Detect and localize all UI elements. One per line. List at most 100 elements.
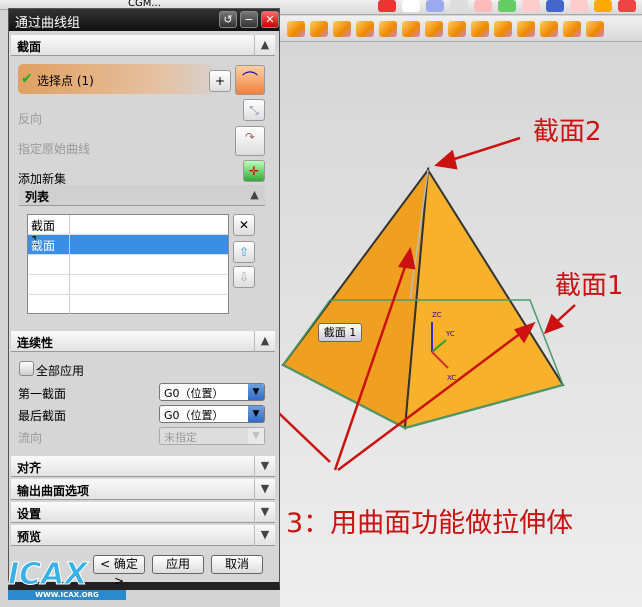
chevron-down-icon[interactable]: ▼ (254, 456, 275, 477)
feature-tool-icon[interactable] (494, 21, 512, 37)
feature-tool-icon[interactable] (425, 21, 443, 37)
feature-tool-icon[interactable] (471, 21, 489, 37)
axis-zc-label: ZC (432, 311, 442, 319)
section-header-label: 预览 (17, 530, 42, 544)
first-section-label: 第一截面 (18, 387, 67, 401)
through-curves-dialog: 通过曲线组 ↺ − ✕ 截面 ▲ ✔ 选择点 (1) + ⌒ 反向 ⤡ 指定原始曲… (8, 8, 280, 590)
toolbar-icon[interactable] (378, 0, 396, 12)
feature-tool-icon[interactable] (563, 21, 581, 37)
apply-all-label: 全部应用 (36, 364, 85, 378)
reverse-label: 反向 (18, 112, 43, 126)
toolbar-icon[interactable] (426, 0, 444, 12)
flow-value: 未指定 (164, 431, 197, 444)
apply-all-checkbox[interactable] (19, 361, 34, 376)
list-item-label: 截面 1 (28, 215, 70, 248)
axis-xc-label: XC (447, 374, 456, 382)
chevron-down-icon[interactable]: ▼ (254, 502, 275, 523)
icax-logo: ICAX WWW.ICAX.ORG (8, 559, 126, 602)
section-header-label: 对齐 (17, 461, 42, 475)
remove-icon[interactable]: ✕ (233, 214, 255, 236)
list-item[interactable]: 截面 1 (28, 215, 228, 248)
section-header-section[interactable]: 截面 ▲ (11, 35, 275, 56)
chevron-up-icon[interactable]: ▲ (254, 35, 275, 56)
toolbar-icon[interactable] (546, 0, 564, 12)
feature-tool-icon[interactable] (402, 21, 420, 37)
toolbar-icon[interactable] (618, 0, 636, 12)
reverse-direction-button[interactable]: ⤡ (243, 99, 265, 121)
flow-label: 流向 (18, 431, 43, 445)
list-item[interactable] (28, 295, 228, 315)
annotation-section1: 截面1 (555, 271, 624, 301)
move-down-icon[interactable]: ⇩ (233, 266, 255, 288)
section-header-collapsed[interactable]: 对齐 ▼ (11, 456, 275, 477)
section-header-collapsed[interactable]: 预览 ▼ (11, 525, 275, 546)
list-subheader[interactable]: 列表 ▲ (19, 185, 265, 206)
check-icon: ✔ (21, 71, 33, 87)
toolbar-icon[interactable] (570, 0, 588, 12)
feature-tool-icon[interactable] (287, 21, 305, 37)
cancel-button[interactable]: 取消 (211, 555, 263, 574)
section-header-collapsed[interactable]: 设置 ▼ (11, 502, 275, 523)
axis-yc-label: YC (445, 330, 455, 338)
list-item-label (28, 255, 70, 274)
original-curve-button[interactable]: ↷ (235, 126, 265, 156)
toolbar-icon[interactable] (498, 0, 516, 12)
toolbar-icon[interactable] (522, 0, 540, 12)
feature-tool-icon[interactable] (586, 21, 604, 37)
feature-tool-icon[interactable] (448, 21, 466, 37)
close-icon[interactable]: ✕ (261, 11, 279, 28)
chevron-down-icon[interactable]: ▼ (254, 479, 275, 500)
list-item-label: 截面 2 (28, 235, 70, 268)
annotation-section2: 截面2 (533, 117, 602, 147)
first-section-select[interactable]: G0（位置） ▼ (159, 383, 265, 401)
list-header-label: 列表 (25, 190, 50, 204)
chevron-up-icon[interactable]: ▲ (244, 185, 265, 206)
toolbar-icon[interactable] (594, 0, 612, 12)
reset-icon[interactable]: ↺ (219, 11, 237, 28)
section-header-label: 输出曲面选项 (17, 484, 90, 498)
feature-tool-icon[interactable] (333, 21, 351, 37)
point-constructor-button[interactable]: + (209, 70, 231, 92)
flow-select[interactable]: 未指定 ▼ (159, 427, 265, 445)
chevron-down-icon[interactable]: ▼ (254, 525, 275, 546)
section-header-collapsed[interactable]: 输出曲面选项 ▼ (11, 479, 275, 500)
minimize-icon[interactable]: − (240, 11, 258, 28)
move-up-icon[interactable]: ⇧ (233, 241, 255, 263)
dropdown-arrow-icon[interactable]: ▼ (248, 384, 264, 400)
toolbar-icon[interactable] (450, 0, 468, 12)
list-item[interactable] (28, 275, 228, 295)
last-section-label: 最后截面 (18, 409, 67, 423)
chevron-up-icon[interactable]: ▲ (254, 331, 275, 352)
list-item-label (28, 295, 70, 314)
section-header-continuity[interactable]: 连续性 ▲ (11, 331, 275, 352)
dropdown-arrow-icon[interactable]: ▼ (248, 406, 264, 422)
list-item-label (28, 275, 70, 294)
feature-tool-icon[interactable] (540, 21, 558, 37)
feature-tool-icon[interactable] (517, 21, 535, 37)
last-section-select[interactable]: G0（位置） ▼ (159, 405, 265, 423)
feature-tool-icon[interactable] (356, 21, 374, 37)
section-tag: 截面 1 (318, 323, 362, 342)
curve-select-button[interactable]: ⌒ (235, 65, 265, 95)
feature-tool-icon[interactable] (310, 21, 328, 37)
dialog-title: 通过曲线组 ↺ − ✕ (9, 9, 279, 31)
continuity-header-label: 连续性 (17, 336, 54, 350)
toolbar-icon[interactable] (402, 0, 420, 12)
last-section-value: G0（位置） (164, 409, 224, 422)
specify-original-curve-label: 指定原始曲线 (18, 142, 91, 156)
toolbar-icon[interactable] (474, 0, 492, 12)
dropdown-arrow-icon[interactable]: ▼ (248, 428, 264, 444)
feature-tool-icon[interactable] (379, 21, 397, 37)
list-item[interactable] (28, 255, 228, 275)
toolbar-truncated-label[interactable]: CGM... (128, 0, 161, 9)
dialog-title-text: 通过曲线组 (15, 16, 81, 31)
apply-button[interactable]: 应用 (152, 555, 204, 574)
first-section-value: G0（位置） (164, 387, 224, 400)
section-header-label: 截面 (17, 40, 42, 54)
list-item[interactable]: 截面 2 (28, 235, 228, 268)
section-list[interactable]: 截面 1 截面 2 (27, 214, 229, 315)
section-header-label: 设置 (17, 507, 42, 521)
annotation-caption: 3：用曲面功能做拉伸体 (286, 508, 573, 539)
add-new-set-button[interactable]: ✛ (243, 160, 265, 182)
select-point-label: 选择点 (1) (37, 74, 94, 88)
